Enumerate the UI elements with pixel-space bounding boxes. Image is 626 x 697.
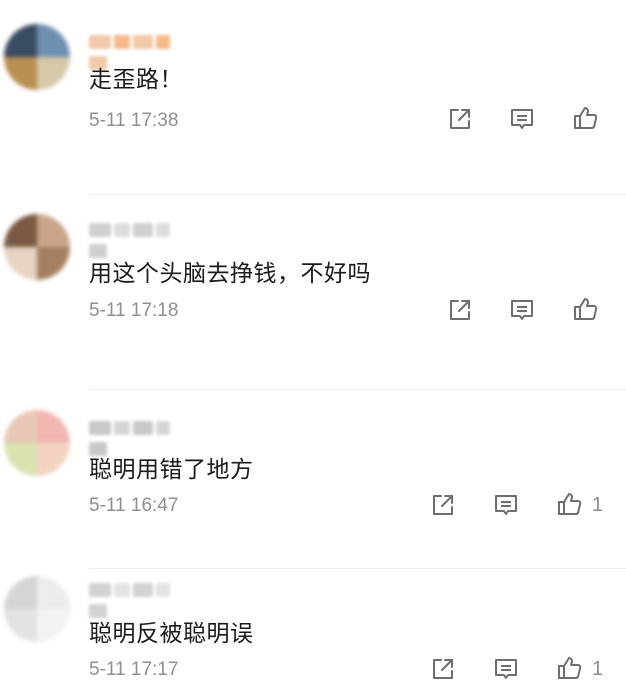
comment-text: 走歪路！ [89,67,183,93]
divider [89,389,626,390]
thumbs-up-icon[interactable] [555,490,583,518]
share-icon[interactable] [429,655,457,683]
comment-time: 5-11 16:47 [89,495,179,516]
avatar-pixel [37,576,70,609]
avatar[interactable] [4,410,70,476]
username-blurred[interactable] [89,220,179,258]
avatar-pixel [37,443,70,476]
username-pixel [156,421,170,435]
username-blurred[interactable] [89,580,179,618]
thumbs-up-icon[interactable] [571,295,599,323]
avatar-pixel [37,609,70,642]
comment-time: 5-11 17:38 [89,110,179,131]
avatar-pixel [4,247,37,280]
comment-icon[interactable] [508,296,536,324]
avatar-pixel [4,576,37,609]
comment-icon[interactable] [508,105,536,133]
comment-icon[interactable] [492,655,520,683]
username-pixel [133,421,153,435]
username-blurred[interactable] [89,32,179,70]
avatar-pixel [4,443,37,476]
avatar-pixel [37,247,70,280]
avatar[interactable] [4,214,70,280]
comment-time: 5-11 17:17 [89,659,179,680]
avatar-pixel [37,410,70,443]
username-pixel [114,421,130,435]
divider [89,568,626,569]
share-icon[interactable] [446,296,474,324]
avatar[interactable] [4,24,70,90]
username-pixel [89,35,111,49]
avatar-pixel [4,57,37,90]
thumbs-up-icon[interactable] [571,104,599,132]
comment-time: 5-11 17:18 [89,300,179,321]
username-pixel [114,35,130,49]
comment-icon[interactable] [492,491,520,519]
avatar[interactable] [4,576,70,642]
username-pixel [89,223,111,237]
avatar-pixel [37,57,70,90]
username-pixel [114,583,130,597]
avatar-pixel [37,214,70,247]
username-pixel [156,35,170,49]
like-count: 1 [592,658,604,680]
username-pixel [156,223,170,237]
like-count: 1 [592,494,604,516]
username-pixel [89,421,111,435]
username-pixel [133,583,153,597]
comment-text: 用这个头脑去挣钱，不好吗 [89,261,371,287]
share-icon[interactable] [429,491,457,519]
username-pixel [133,223,153,237]
comment-text: 聪明用错了地方 [89,457,254,483]
comment-text: 聪明反被聪明误 [89,621,254,647]
avatar-pixel [37,24,70,57]
share-icon[interactable] [446,105,474,133]
username-pixel [89,583,111,597]
thumbs-up-icon[interactable] [555,654,583,682]
avatar-pixel [4,214,37,247]
avatar-pixel [4,410,37,443]
divider [89,194,626,195]
username-pixel [114,223,130,237]
username-blurred[interactable] [89,418,179,456]
username-pixel [133,35,153,49]
avatar-pixel [4,24,37,57]
username-pixel [156,583,170,597]
avatar-pixel [4,609,37,642]
